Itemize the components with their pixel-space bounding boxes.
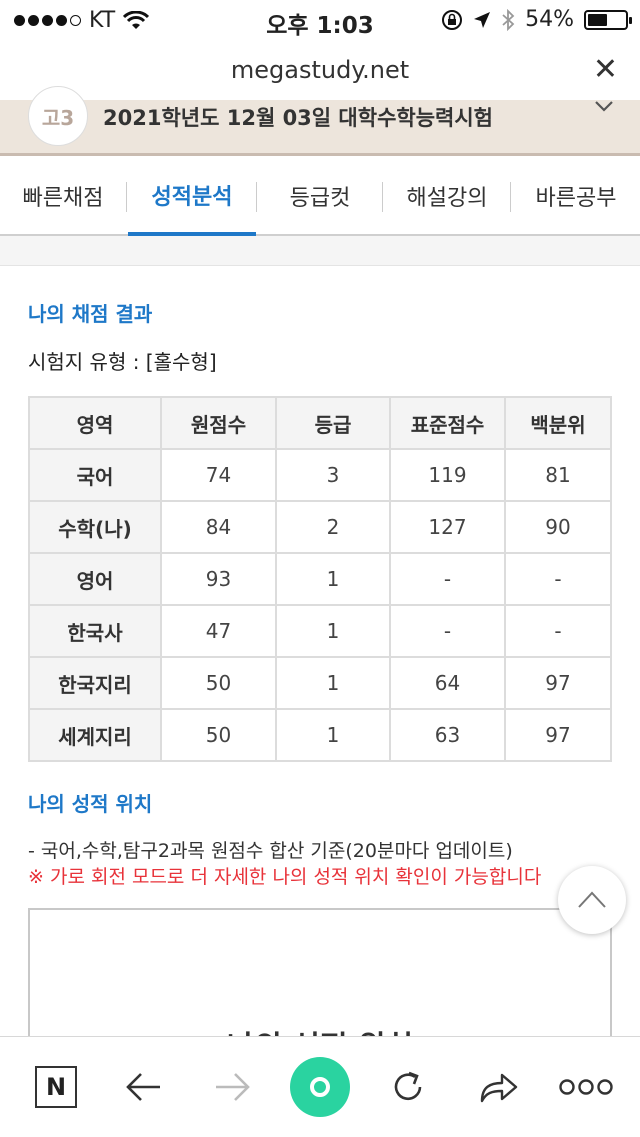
more-icon — [559, 1079, 613, 1095]
table-cell: 81 — [504, 448, 612, 502]
chevron-down-icon[interactable] — [594, 94, 614, 118]
rotation-notice: ※ 가로 회전 모드로 더 자세한 나의 성적 위치 확인이 가능합니다 — [28, 866, 542, 888]
table-cell: - — [504, 604, 612, 658]
close-icon[interactable]: ✕ — [593, 52, 618, 87]
table-header-row: 영역 원점수 등급 표준점수 백분위 — [28, 396, 612, 450]
arrow-right-icon — [216, 1073, 250, 1101]
column-header: 등급 — [275, 396, 391, 450]
tab-bar: 빠른채점 성적분석 등급컷 해설강의 바른공부 — [0, 158, 640, 236]
status-right: 54% — [441, 7, 632, 32]
position-note: - 국어,수학,탐구2과목 원점수 합산 기준(20분마다 업데이트) — [28, 840, 513, 862]
column-header: 원점수 — [160, 396, 277, 450]
browser-toolbar: N — [0, 1036, 640, 1137]
table-cell: 50 — [160, 656, 277, 710]
table-cell: 74 — [160, 448, 277, 502]
table-cell: 세계지리 — [28, 708, 162, 762]
table-cell: 63 — [389, 708, 506, 762]
table-cell: - — [504, 552, 612, 606]
share-button[interactable] — [472, 1061, 524, 1113]
result-section-title: 나의 채점 결과 — [28, 302, 153, 326]
tab-quick-grading[interactable]: 빠른채점 — [0, 158, 126, 234]
table-cell: 90 — [504, 500, 612, 554]
table-cell: 64 — [389, 656, 506, 710]
refresh-icon — [394, 1071, 422, 1101]
table-cell: 119 — [389, 448, 506, 502]
table-cell: 1 — [275, 656, 391, 710]
naver-icon: N — [35, 1066, 77, 1108]
tab-lecture[interactable]: 해설강의 — [384, 158, 510, 234]
score-table: 영역 원점수 등급 표준점수 백분위 국어 74 3 119 81 수학(나) … — [28, 396, 612, 762]
table-cell: 97 — [504, 708, 612, 762]
more-button[interactable] — [556, 1061, 616, 1113]
table-row: 영어 93 1 - - — [28, 552, 612, 606]
scroll-top-button[interactable] — [558, 866, 626, 934]
table-cell: 47 — [160, 604, 277, 658]
exam-selector[interactable]: 고3 2021학년도 12월 03일 대학수학능력시험 — [0, 86, 640, 156]
tab-divider — [256, 182, 257, 212]
location-icon — [474, 11, 491, 28]
forward-button[interactable] — [206, 1061, 258, 1113]
green-home-button[interactable] — [288, 1055, 352, 1119]
table-cell: 한국사 — [28, 604, 162, 658]
status-bar: KT 오후 1:03 54% — [0, 0, 640, 42]
table-cell: 50 — [160, 708, 277, 762]
column-header: 백분위 — [504, 396, 612, 450]
battery-icon — [584, 9, 632, 30]
column-header: 영역 — [28, 396, 162, 450]
tab-study[interactable]: 바른공부 — [512, 158, 640, 234]
table-row: 세계지리 50 1 63 97 — [28, 708, 612, 762]
position-section-title: 나의 성적 위치 — [28, 792, 153, 816]
table-cell: 한국지리 — [28, 656, 162, 710]
rotation-lock-icon — [442, 9, 463, 30]
tab-score-analysis[interactable]: 성적분석 — [128, 158, 256, 236]
naver-label: N — [45, 1073, 67, 1101]
section-spacer — [0, 236, 640, 266]
position-chart-box: 나의 성적 위치 — [28, 908, 612, 1065]
table-cell: - — [389, 552, 506, 606]
naver-home-button[interactable]: N — [30, 1061, 82, 1113]
bluetooth-icon — [502, 8, 515, 31]
table-cell: 2 — [275, 500, 391, 554]
arrow-left-icon — [126, 1073, 160, 1101]
tab-divider — [510, 182, 511, 212]
exam-title[interactable]: 2021학년도 12월 03일 대학수학능력시험 — [103, 102, 493, 132]
share-icon — [480, 1073, 518, 1103]
table-cell: 97 — [504, 656, 612, 710]
table-row: 수학(나) 84 2 127 90 — [28, 500, 612, 554]
green-dot-icon — [290, 1057, 350, 1117]
table-cell: 영어 — [28, 552, 162, 606]
table-cell: - — [389, 604, 506, 658]
back-button[interactable] — [118, 1061, 170, 1113]
url-bar[interactable]: megastudy.net ✕ — [0, 42, 640, 100]
table-cell: 84 — [160, 500, 277, 554]
table-row: 한국지리 50 1 64 97 — [28, 656, 612, 710]
tab-divider — [382, 182, 383, 212]
tab-divider — [126, 182, 127, 212]
tab-grade-cut[interactable]: 등급컷 — [258, 158, 382, 234]
table-cell: 수학(나) — [28, 500, 162, 554]
table-cell: 국어 — [28, 448, 162, 502]
grade-badge: 고3 — [28, 86, 88, 146]
table-cell: 1 — [275, 604, 391, 658]
refresh-button[interactable] — [382, 1061, 434, 1113]
table-cell: 93 — [160, 552, 277, 606]
table-cell: 1 — [275, 552, 391, 606]
table-cell: 3 — [275, 448, 391, 502]
exam-type: 시험지 유형 : [홀수형] — [28, 350, 217, 374]
column-header: 표준점수 — [389, 396, 506, 450]
table-row: 한국사 47 1 - - — [28, 604, 612, 658]
table-cell: 1 — [275, 708, 391, 762]
battery-percent: 54% — [525, 7, 574, 32]
arrow-up-icon — [578, 891, 606, 908]
url-text[interactable]: megastudy.net — [0, 56, 640, 84]
table-row: 국어 74 3 119 81 — [28, 448, 612, 502]
table-cell: 127 — [389, 500, 506, 554]
